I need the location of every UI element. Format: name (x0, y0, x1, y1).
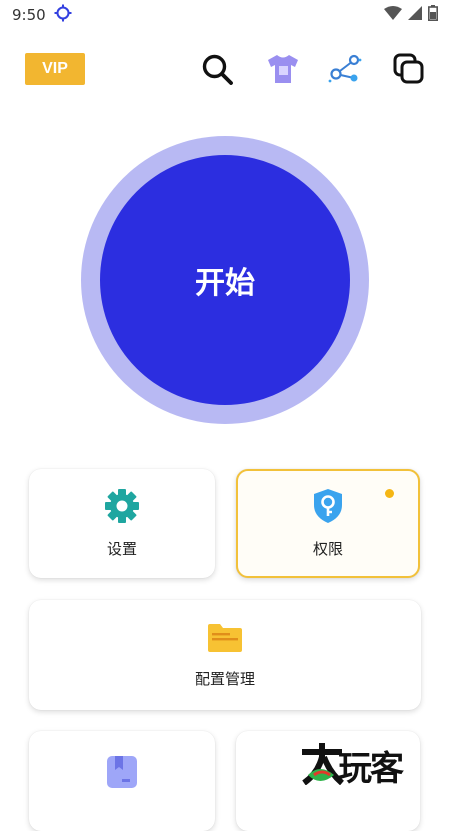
wifi-icon (384, 6, 402, 24)
tshirt-icon[interactable] (266, 52, 300, 86)
top-bar: VIP (0, 48, 450, 90)
bookmark-card[interactable] (29, 731, 215, 831)
signal-icon (408, 6, 422, 24)
status-time: 9:50 (12, 6, 46, 24)
settings-label: 设置 (106, 540, 137, 558)
vip-button[interactable]: VIP (25, 53, 85, 85)
start-button[interactable]: 开始 (100, 155, 350, 405)
watermark-text: 玩客 (338, 748, 404, 789)
permissions-card[interactable]: 权限 (236, 469, 420, 578)
location-icon (54, 4, 72, 26)
bookmark-icon (106, 755, 138, 793)
status-bar: 9:50 (0, 0, 450, 30)
notification-dot (385, 489, 394, 498)
battery-icon (428, 5, 438, 25)
folder-icon (207, 622, 243, 658)
copy-windows-icon[interactable] (392, 52, 426, 86)
watermark-logo: 玩客 (300, 740, 445, 790)
search-icon[interactable] (200, 52, 234, 86)
status-right (384, 5, 438, 25)
status-left: 9:50 (12, 4, 72, 26)
config-manage-label: 配置管理 (194, 669, 255, 688)
permissions-label: 权限 (312, 540, 343, 558)
settings-card[interactable]: 设置 (29, 469, 215, 578)
config-manage-card[interactable]: 配置管理 (29, 600, 421, 710)
gear-icon (104, 488, 140, 528)
shield-key-icon (312, 488, 344, 528)
share-icon[interactable] (328, 52, 362, 86)
